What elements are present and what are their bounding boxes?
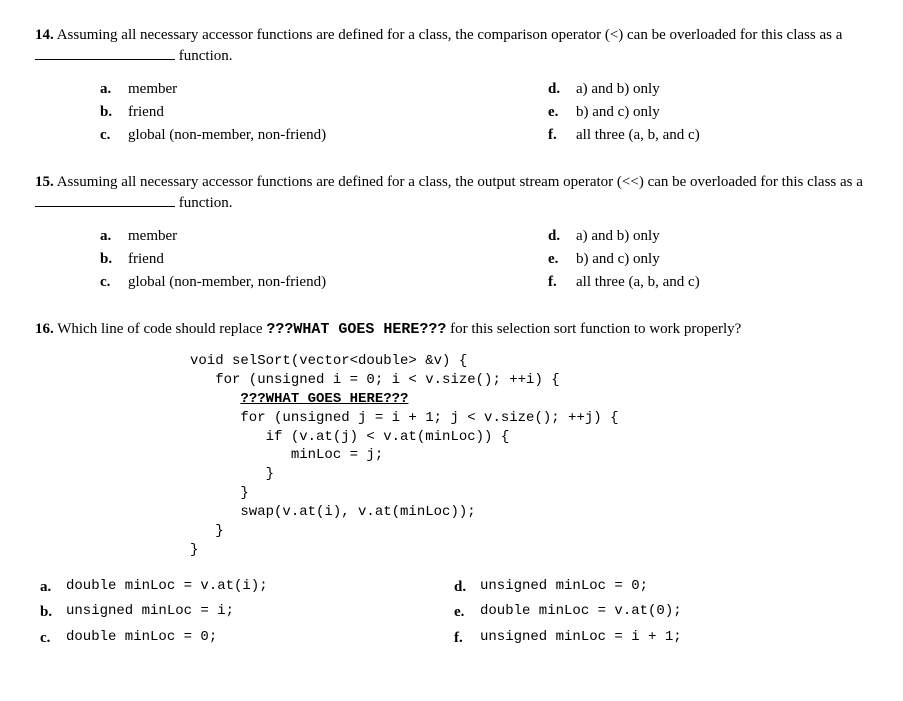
option-text: all three (a, b, and c)	[576, 272, 868, 293]
options-row: a. member b. friend c. global (non-membe…	[35, 226, 868, 295]
option-text: global (non-member, non-friend)	[128, 125, 548, 146]
option-c: c. global (non-member, non-friend)	[100, 125, 548, 146]
option-letter: b.	[100, 249, 128, 270]
code-options-row: a. double minLoc = v.at(i); b. unsigned …	[35, 576, 868, 653]
option-a: a. member	[100, 226, 548, 247]
option-letter: a.	[100, 79, 128, 100]
option-c: c. double minLoc = 0;	[40, 627, 454, 650]
option-letter: a.	[100, 226, 128, 247]
code-line: for (unsigned j = i + 1; j < v.size(); +…	[190, 410, 618, 426]
option-b: b. friend	[100, 249, 548, 270]
question-body-after: for this selection sort function to work…	[446, 321, 741, 337]
placeholder-text: ???WHAT GOES HERE???	[266, 321, 446, 338]
option-letter: b.	[40, 601, 66, 624]
option-d: d. a) and b) only	[548, 79, 868, 100]
question-number: 16.	[35, 321, 54, 337]
option-letter: e.	[548, 102, 576, 123]
option-text: double minLoc = 0;	[66, 627, 217, 650]
code-line: }	[190, 523, 224, 539]
option-text: double minLoc = v.at(i);	[66, 576, 268, 599]
code-line: }	[190, 466, 274, 482]
option-letter: f.	[548, 125, 576, 146]
option-letter: f.	[454, 627, 480, 650]
question-body-before: Assuming all necessary accessor function…	[57, 27, 843, 43]
option-text: member	[128, 79, 548, 100]
option-text: unsigned minLoc = 0;	[480, 576, 648, 599]
code-line: minLoc = j;	[190, 447, 383, 463]
option-text: a) and b) only	[576, 79, 868, 100]
question-text: 14. Assuming all necessary accessor func…	[35, 25, 868, 67]
option-text: member	[128, 226, 548, 247]
code-line: void selSort(vector<double> &v) {	[190, 353, 467, 369]
option-text: b) and c) only	[576, 249, 868, 270]
option-e: e. double minLoc = v.at(0);	[454, 601, 868, 624]
option-text: global (non-member, non-friend)	[128, 272, 548, 293]
code-block: void selSort(vector<double> &v) { for (u…	[190, 352, 868, 560]
question-body-after: function.	[175, 195, 233, 211]
option-letter: b.	[100, 102, 128, 123]
option-f: f. unsigned minLoc = i + 1;	[454, 627, 868, 650]
code-line: swap(v.at(i), v.at(minLoc));	[190, 504, 476, 520]
option-text: double minLoc = v.at(0);	[480, 601, 682, 624]
options-row: a. member b. friend c. global (non-membe…	[35, 79, 868, 148]
options-left: a. member b. friend c. global (non-membe…	[100, 79, 548, 148]
fill-blank	[35, 59, 175, 60]
code-line: for (unsigned i = 0; i < v.size(); ++i) …	[190, 372, 560, 388]
question-14: 14. Assuming all necessary accessor func…	[35, 25, 868, 148]
option-letter: a.	[40, 576, 66, 599]
code-line: if (v.at(j) < v.at(minLoc)) {	[190, 429, 509, 445]
option-b: b. friend	[100, 102, 548, 123]
code-line: }	[190, 542, 198, 558]
option-f: f. all three (a, b, and c)	[548, 272, 868, 293]
options-left: a. member b. friend c. global (non-membe…	[100, 226, 548, 295]
code-options-left: a. double minLoc = v.at(i); b. unsigned …	[40, 576, 454, 653]
options-right: d. a) and b) only e. b) and c) only f. a…	[548, 79, 868, 148]
option-text: a) and b) only	[576, 226, 868, 247]
code-options-right: d. unsigned minLoc = 0; e. double minLoc…	[454, 576, 868, 653]
option-e: e. b) and c) only	[548, 249, 868, 270]
option-c: c. global (non-member, non-friend)	[100, 272, 548, 293]
question-text: 15. Assuming all necessary accessor func…	[35, 172, 868, 214]
question-body-before: Assuming all necessary accessor function…	[57, 174, 863, 190]
question-15: 15. Assuming all necessary accessor func…	[35, 172, 868, 295]
option-letter: e.	[548, 249, 576, 270]
option-f: f. all three (a, b, and c)	[548, 125, 868, 146]
option-letter: d.	[548, 226, 576, 247]
fill-blank	[35, 206, 175, 207]
option-a: a. member	[100, 79, 548, 100]
option-text: unsigned minLoc = i;	[66, 601, 234, 624]
option-a: a. double minLoc = v.at(i);	[40, 576, 454, 599]
option-text: b) and c) only	[576, 102, 868, 123]
option-text: unsigned minLoc = i + 1;	[480, 627, 682, 650]
question-number: 15.	[35, 174, 54, 190]
question-16: 16. Which line of code should replace ??…	[35, 319, 868, 652]
option-text: friend	[128, 102, 548, 123]
option-d: d. unsigned minLoc = 0;	[454, 576, 868, 599]
option-letter: d.	[548, 79, 576, 100]
option-letter: e.	[454, 601, 480, 624]
option-text: friend	[128, 249, 548, 270]
code-line: }	[190, 485, 249, 501]
option-letter: d.	[454, 576, 480, 599]
option-d: d. a) and b) only	[548, 226, 868, 247]
option-letter: c.	[40, 627, 66, 650]
question-body-before: Which line of code should replace	[57, 321, 266, 337]
option-e: e. b) and c) only	[548, 102, 868, 123]
option-letter: f.	[548, 272, 576, 293]
option-text: all three (a, b, and c)	[576, 125, 868, 146]
code-line	[190, 391, 240, 407]
options-right: d. a) and b) only e. b) and c) only f. a…	[548, 226, 868, 295]
option-letter: c.	[100, 272, 128, 293]
question-number: 14.	[35, 27, 54, 43]
option-letter: c.	[100, 125, 128, 146]
code-placeholder: ???WHAT GOES HERE???	[240, 391, 408, 407]
question-text: 16. Which line of code should replace ??…	[35, 319, 868, 340]
option-b: b. unsigned minLoc = i;	[40, 601, 454, 624]
question-body-after: function.	[175, 48, 233, 64]
